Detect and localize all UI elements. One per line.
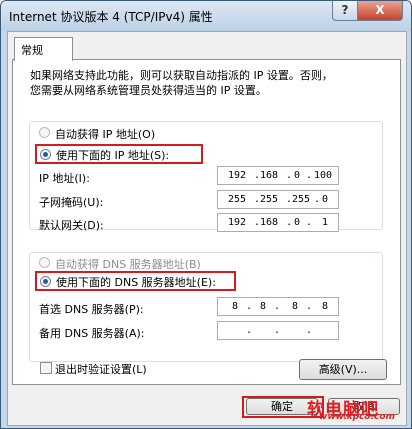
help-button[interactable]: ?	[332, 1, 358, 21]
dns1-octet-3: 8	[292, 301, 299, 312]
advanced-button[interactable]: 高级(V)...	[299, 359, 387, 380]
mask-octet-3: 255	[292, 194, 311, 205]
alternate-dns-field[interactable]: ...	[217, 321, 339, 340]
gateway-label: 默认网关(D):	[39, 219, 104, 232]
alternate-dns-label: 备用 DNS 服务器(A):	[39, 327, 145, 340]
auto-dns-label: 自动获得 DNS 服务器地址(B)	[55, 258, 201, 271]
title-bar[interactable]: Internet 协议版本 4 (TCP/IPv4) 属性 ? X	[1, 1, 411, 31]
manual-ip-radio[interactable]	[40, 149, 51, 160]
window-title: Internet 协议版本 4 (TCP/IPv4) 属性	[9, 10, 213, 24]
description-line-2: 您需要从网络系统管理员处获得适当的 IP 设置。	[30, 84, 267, 97]
gw-octet-1: 192	[228, 217, 247, 228]
general-panel: 如果网络支持此功能，则可以获取自动指派的 IP 设置。否则， 您需要从网络系统管…	[12, 59, 401, 385]
manual-ip-label: 使用下面的 IP 地址(S):	[56, 149, 170, 162]
manual-dns-label: 使用下面的 DNS 服务器地址(E):	[56, 276, 216, 289]
ip-address-label: IP 地址(I):	[39, 172, 90, 185]
ip-octet-2: 168	[260, 170, 279, 181]
dns1-octet-2: 8	[260, 301, 267, 312]
dialog-window: Internet 协议版本 4 (TCP/IPv4) 属性 ? X 常规 如果网…	[0, 0, 412, 429]
manual-dns-radio[interactable]	[40, 276, 51, 287]
validate-label: 退出时验证设置(L)	[55, 363, 147, 376]
gw-octet-3: 0	[294, 217, 301, 228]
auto-dns-radio[interactable]	[39, 257, 50, 268]
tab-general-label: 常规	[21, 44, 43, 57]
subnet-mask-label: 子网掩码(U):	[39, 196, 104, 209]
preferred-dns-field[interactable]: 8 .8 .8 .8	[217, 297, 339, 316]
gw-octet-2: 168	[260, 217, 279, 228]
gw-octet-4: 1	[322, 217, 329, 228]
ip-address-field[interactable]: 192 . 168 .0 . 100	[217, 166, 339, 185]
mask-octet-2: 255	[260, 194, 279, 205]
dns1-octet-1: 8	[232, 301, 239, 312]
close-button[interactable]: X	[357, 1, 403, 21]
preferred-dns-label: 首选 DNS 服务器(P):	[39, 303, 144, 316]
mask-octet-4: 0	[322, 194, 329, 205]
validate-checkbox[interactable]	[40, 362, 52, 374]
auto-ip-radio[interactable]	[39, 127, 50, 138]
watermark-url: www.xpc8.com	[319, 412, 395, 422]
auto-ip-label: 自动获得 IP 地址(O)	[55, 128, 156, 141]
dns1-octet-4: 8	[322, 301, 329, 312]
description-line-1: 如果网络支持此功能，则可以获取自动指派的 IP 设置。否则，	[30, 69, 333, 82]
mask-octet-1: 255	[228, 194, 247, 205]
ip-octet-4: 100	[314, 170, 333, 181]
ip-octet-1: 192	[228, 170, 247, 181]
ip-octet-3: 0	[294, 170, 301, 181]
dialog-client: 常规 如果网络支持此功能，则可以获取自动指派的 IP 设置。否则， 您需要从网络…	[7, 31, 407, 426]
subnet-mask-field[interactable]: 255 . 255 . 255 .0	[217, 190, 339, 209]
gateway-field[interactable]: 192 . 168 .0 .1	[217, 213, 339, 232]
tab-general[interactable]: 常规	[14, 37, 73, 61]
